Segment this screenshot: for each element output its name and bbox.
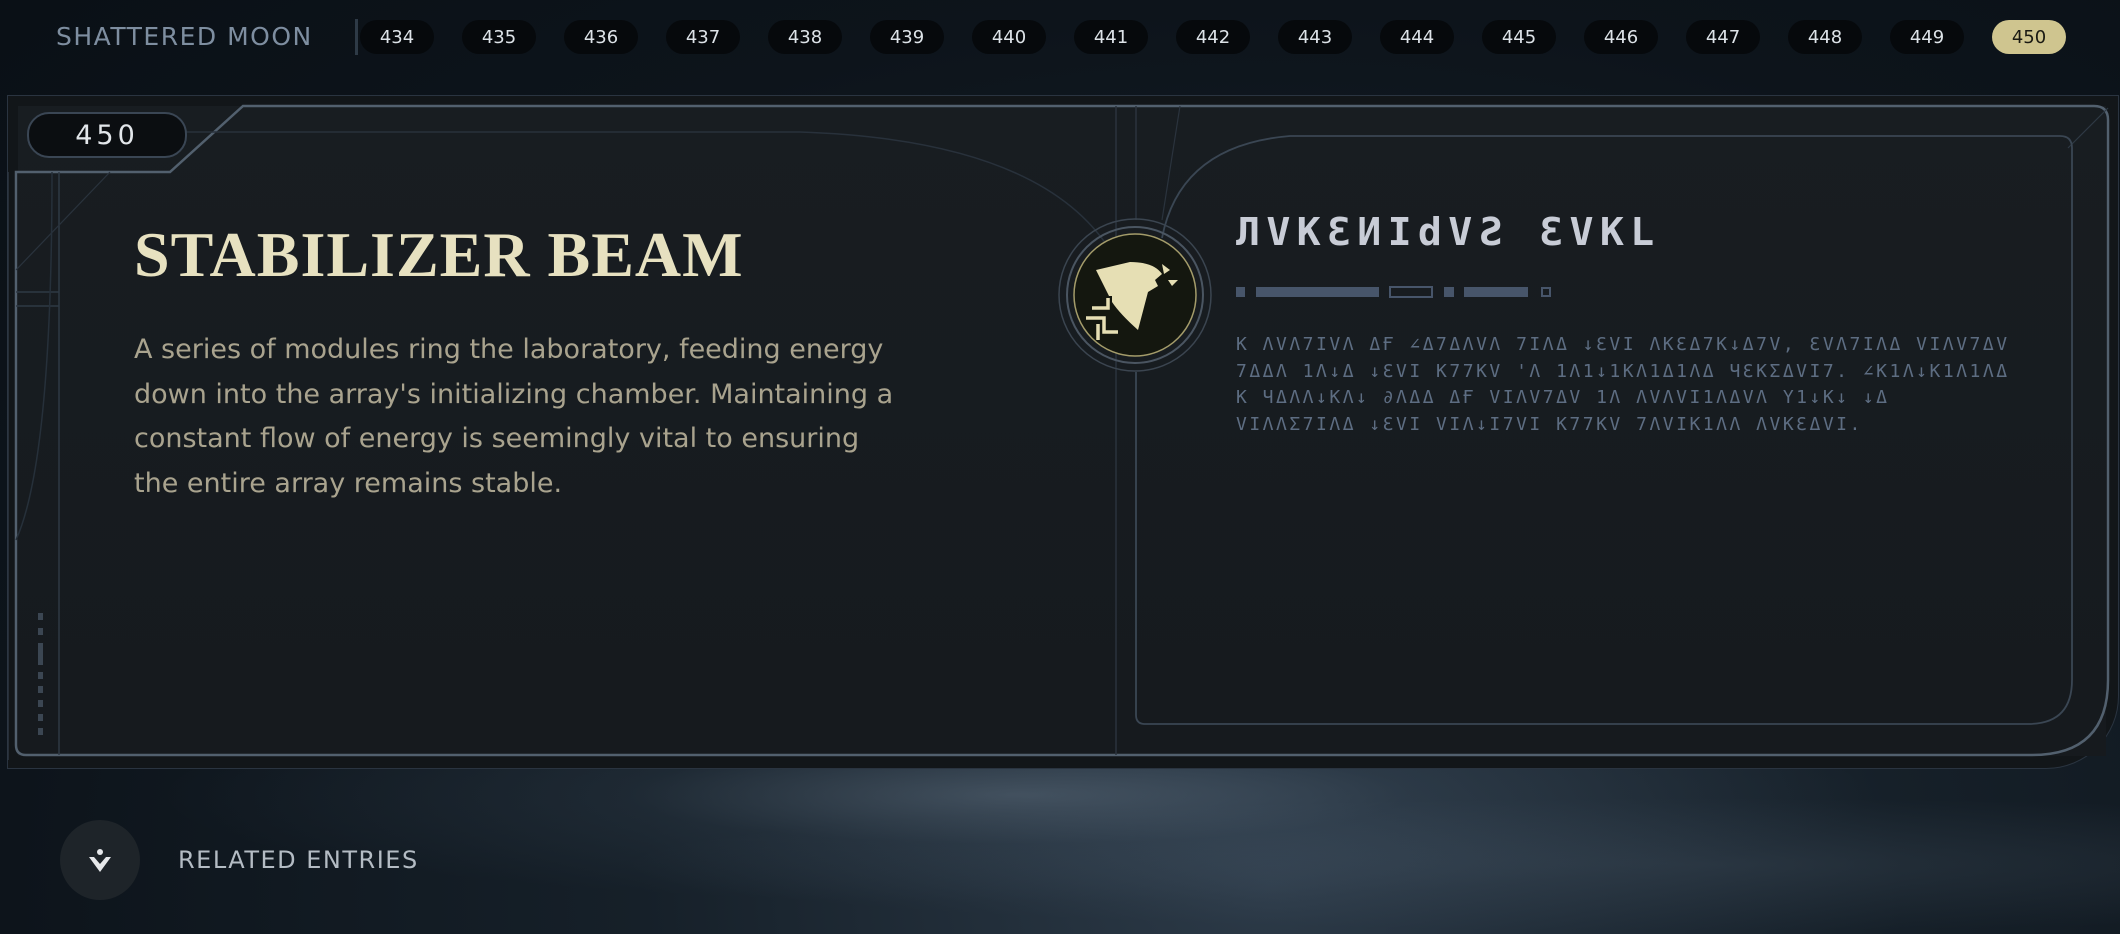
entry-number-badge: 450 (27, 112, 187, 158)
force-crest-icon (1058, 218, 1212, 372)
related-entries-button[interactable] (60, 820, 140, 900)
related-entries-label: RELATED ENTRIES (178, 846, 419, 874)
decorative-bars (1236, 286, 1551, 298)
side-tick-marks (38, 613, 43, 735)
crest-small-icon (89, 849, 111, 872)
entry-title: STABILIZER BEAM (134, 219, 744, 290)
entry-description: A series of modules ring the laboratory,… (134, 334, 894, 499)
aurebesh-description: K ΛVΛ7IVΛ ΔҒ ∠Δ7ΔΛVΛ 7IΛΔ ↓ƐVI ΛKƐΔ7K↓Δ7… (1236, 334, 2010, 435)
aurebesh-title: ЛVKƐИIdVƧ ƐVKL (1236, 210, 1661, 254)
